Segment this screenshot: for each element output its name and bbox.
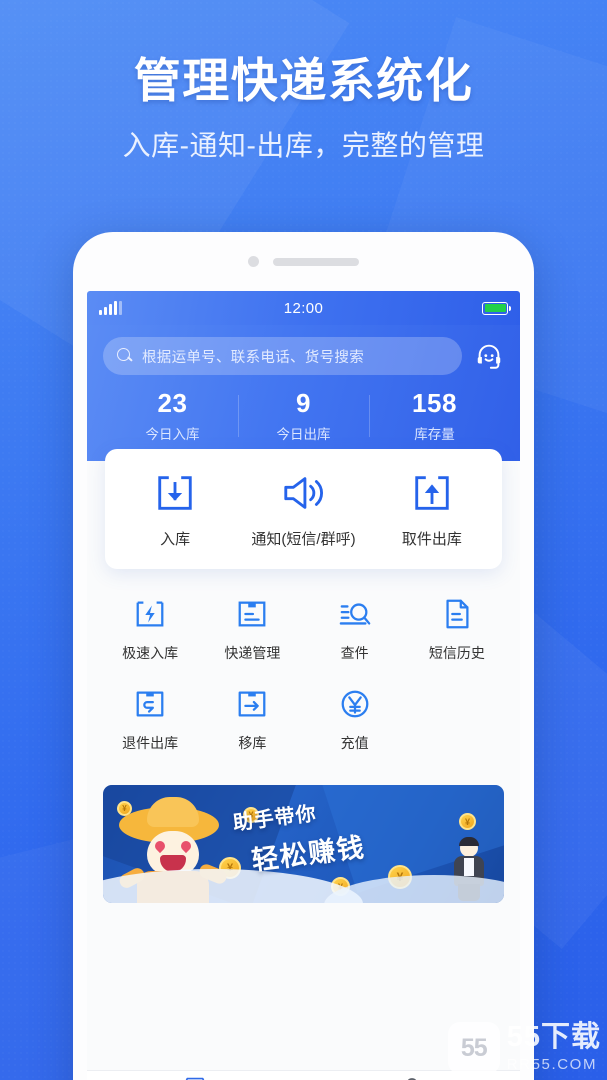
grid-item-label: 极速入库 (122, 645, 179, 662)
businessman-hair (459, 837, 479, 847)
search-input[interactable]: 根据运单号、联系电话、货号搜索 (103, 337, 462, 375)
grid-item-label: 充值 (340, 735, 369, 752)
app-header: 根据运单号、联系电话、货号搜索 23 今日入库 9 今日出库 158 库存量 (87, 325, 520, 462)
watermark-title: 55下载 (506, 1021, 601, 1053)
phone-bezel-top (73, 232, 534, 291)
status-bar-time: 12:00 (283, 299, 324, 317)
grid-row-2: 退件出库 移库 充值 (99, 685, 508, 753)
package-manage-icon (201, 595, 303, 633)
search-placeholder: 根据运单号、联系电话、货号搜索 (142, 349, 364, 366)
character-eye-right (178, 839, 194, 854)
watermark-url: RR55.COM (506, 1056, 598, 1073)
grid-item-search-parcel[interactable]: 查件 (304, 595, 406, 663)
businessman-shirt (464, 858, 474, 877)
main-action-card: 入库 通知(短信/群呼) 取件出库 (105, 449, 502, 570)
promo-subtitle: 入库-通知-出库，完整的管理 (122, 129, 485, 161)
grid-item-recharge[interactable]: 充值 (304, 685, 406, 753)
phone-mockup: 12:00 根据运单号、联系电话、货号搜索 23 今日入库 9 今日出库 158… (73, 232, 534, 1080)
stat-label: 库存量 (414, 427, 455, 443)
grid-item-empty (406, 685, 508, 753)
action-inbound[interactable]: 入库 (111, 471, 239, 549)
grid-item-sms-history[interactable]: 短信历史 (406, 595, 508, 663)
move-stock-icon (201, 685, 303, 723)
front-camera-icon (248, 256, 259, 267)
phone-screen: 12:00 根据运单号、联系电话、货号搜索 23 今日入库 9 今日出库 158… (87, 291, 520, 1080)
stat-today-inbound[interactable]: 23 今日入库 (107, 388, 238, 443)
banner-text-block: 助手带你 轻松赚钱 (231, 792, 367, 880)
outbound-box-icon (368, 471, 496, 515)
grid-item-flash-inbound[interactable]: 极速入库 (99, 595, 201, 663)
character-hat-crown (147, 797, 199, 828)
stat-label: 今日入库 (145, 427, 200, 443)
watermark-text-block: 55下载 RR55.COM (506, 1021, 607, 1074)
flash-inbound-icon (99, 595, 201, 633)
stat-value: 158 (412, 388, 457, 418)
grid-row-1: 极速入库 快递管理 查件 短信历史 (99, 595, 508, 663)
action-notify[interactable]: 通知(短信/群呼) (239, 471, 367, 549)
stat-value: 23 (157, 388, 188, 418)
banner-cloud-right (324, 875, 504, 904)
site-watermark: 55 55下载 RR55.COM (447, 1021, 607, 1074)
inbound-box-icon (111, 471, 239, 515)
grid-item-package-manage[interactable]: 快递管理 (201, 595, 303, 663)
speaker-notify-icon (239, 471, 367, 515)
customer-service-icon[interactable] (474, 341, 504, 371)
return-outbound-icon (99, 685, 201, 723)
search-icon (117, 348, 133, 364)
action-label: 通知(短信/群呼) (251, 531, 356, 549)
action-label: 入库 (160, 531, 191, 549)
watermark-logo-icon: 55 (447, 1022, 500, 1074)
grid-item-return-outbound[interactable]: 退件出库 (99, 685, 201, 753)
promo-banner[interactable]: ¥ ¥ ¥ ¥ ¥ ¥ (103, 785, 504, 904)
stat-today-outbound[interactable]: 9 今日出库 (238, 388, 369, 443)
character-eye-left (152, 839, 168, 854)
recharge-yuan-icon (304, 685, 406, 723)
search-row: 根据运单号、联系电话、货号搜索 (103, 337, 504, 375)
earpiece-speaker (273, 257, 359, 266)
promo-headline-block: 管理快递系统化 入库-通知-出库，完整的管理 (0, 54, 607, 164)
action-label: 取件出库 (401, 531, 462, 549)
stat-value: 9 (296, 388, 311, 418)
grid-item-label: 快递管理 (224, 645, 281, 662)
stat-label: 今日出库 (276, 427, 331, 443)
promo-title: 管理快递系统化 (133, 54, 474, 107)
grid-item-move-stock[interactable]: 移库 (201, 685, 303, 753)
action-pickup-outbound[interactable]: 取件出库 (368, 471, 496, 549)
grid-item-label: 退件出库 (122, 735, 179, 752)
station-shop-icon (182, 1076, 208, 1080)
banner-coin-icon: ¥ (459, 813, 476, 831)
function-grid: 极速入库 快递管理 查件 短信历史 退件出库 移库 充值 (87, 569, 520, 779)
stat-stock-count[interactable]: 158 库存量 (369, 388, 500, 443)
grid-item-label: 移库 (238, 735, 267, 752)
grid-item-label: 查件 (340, 645, 369, 662)
sms-history-icon (406, 595, 508, 633)
search-parcel-icon (304, 595, 406, 633)
profile-person-icon (399, 1076, 425, 1080)
battery-icon (482, 301, 512, 315)
status-bar: 12:00 (87, 291, 520, 325)
grid-item-label: 短信历史 (428, 645, 485, 662)
main-action-card-wrap: 入库 通知(短信/群呼) 取件出库 (87, 449, 520, 570)
banner-cloud-left (103, 869, 363, 904)
tab-station[interactable]: 驿站 (87, 1071, 304, 1080)
